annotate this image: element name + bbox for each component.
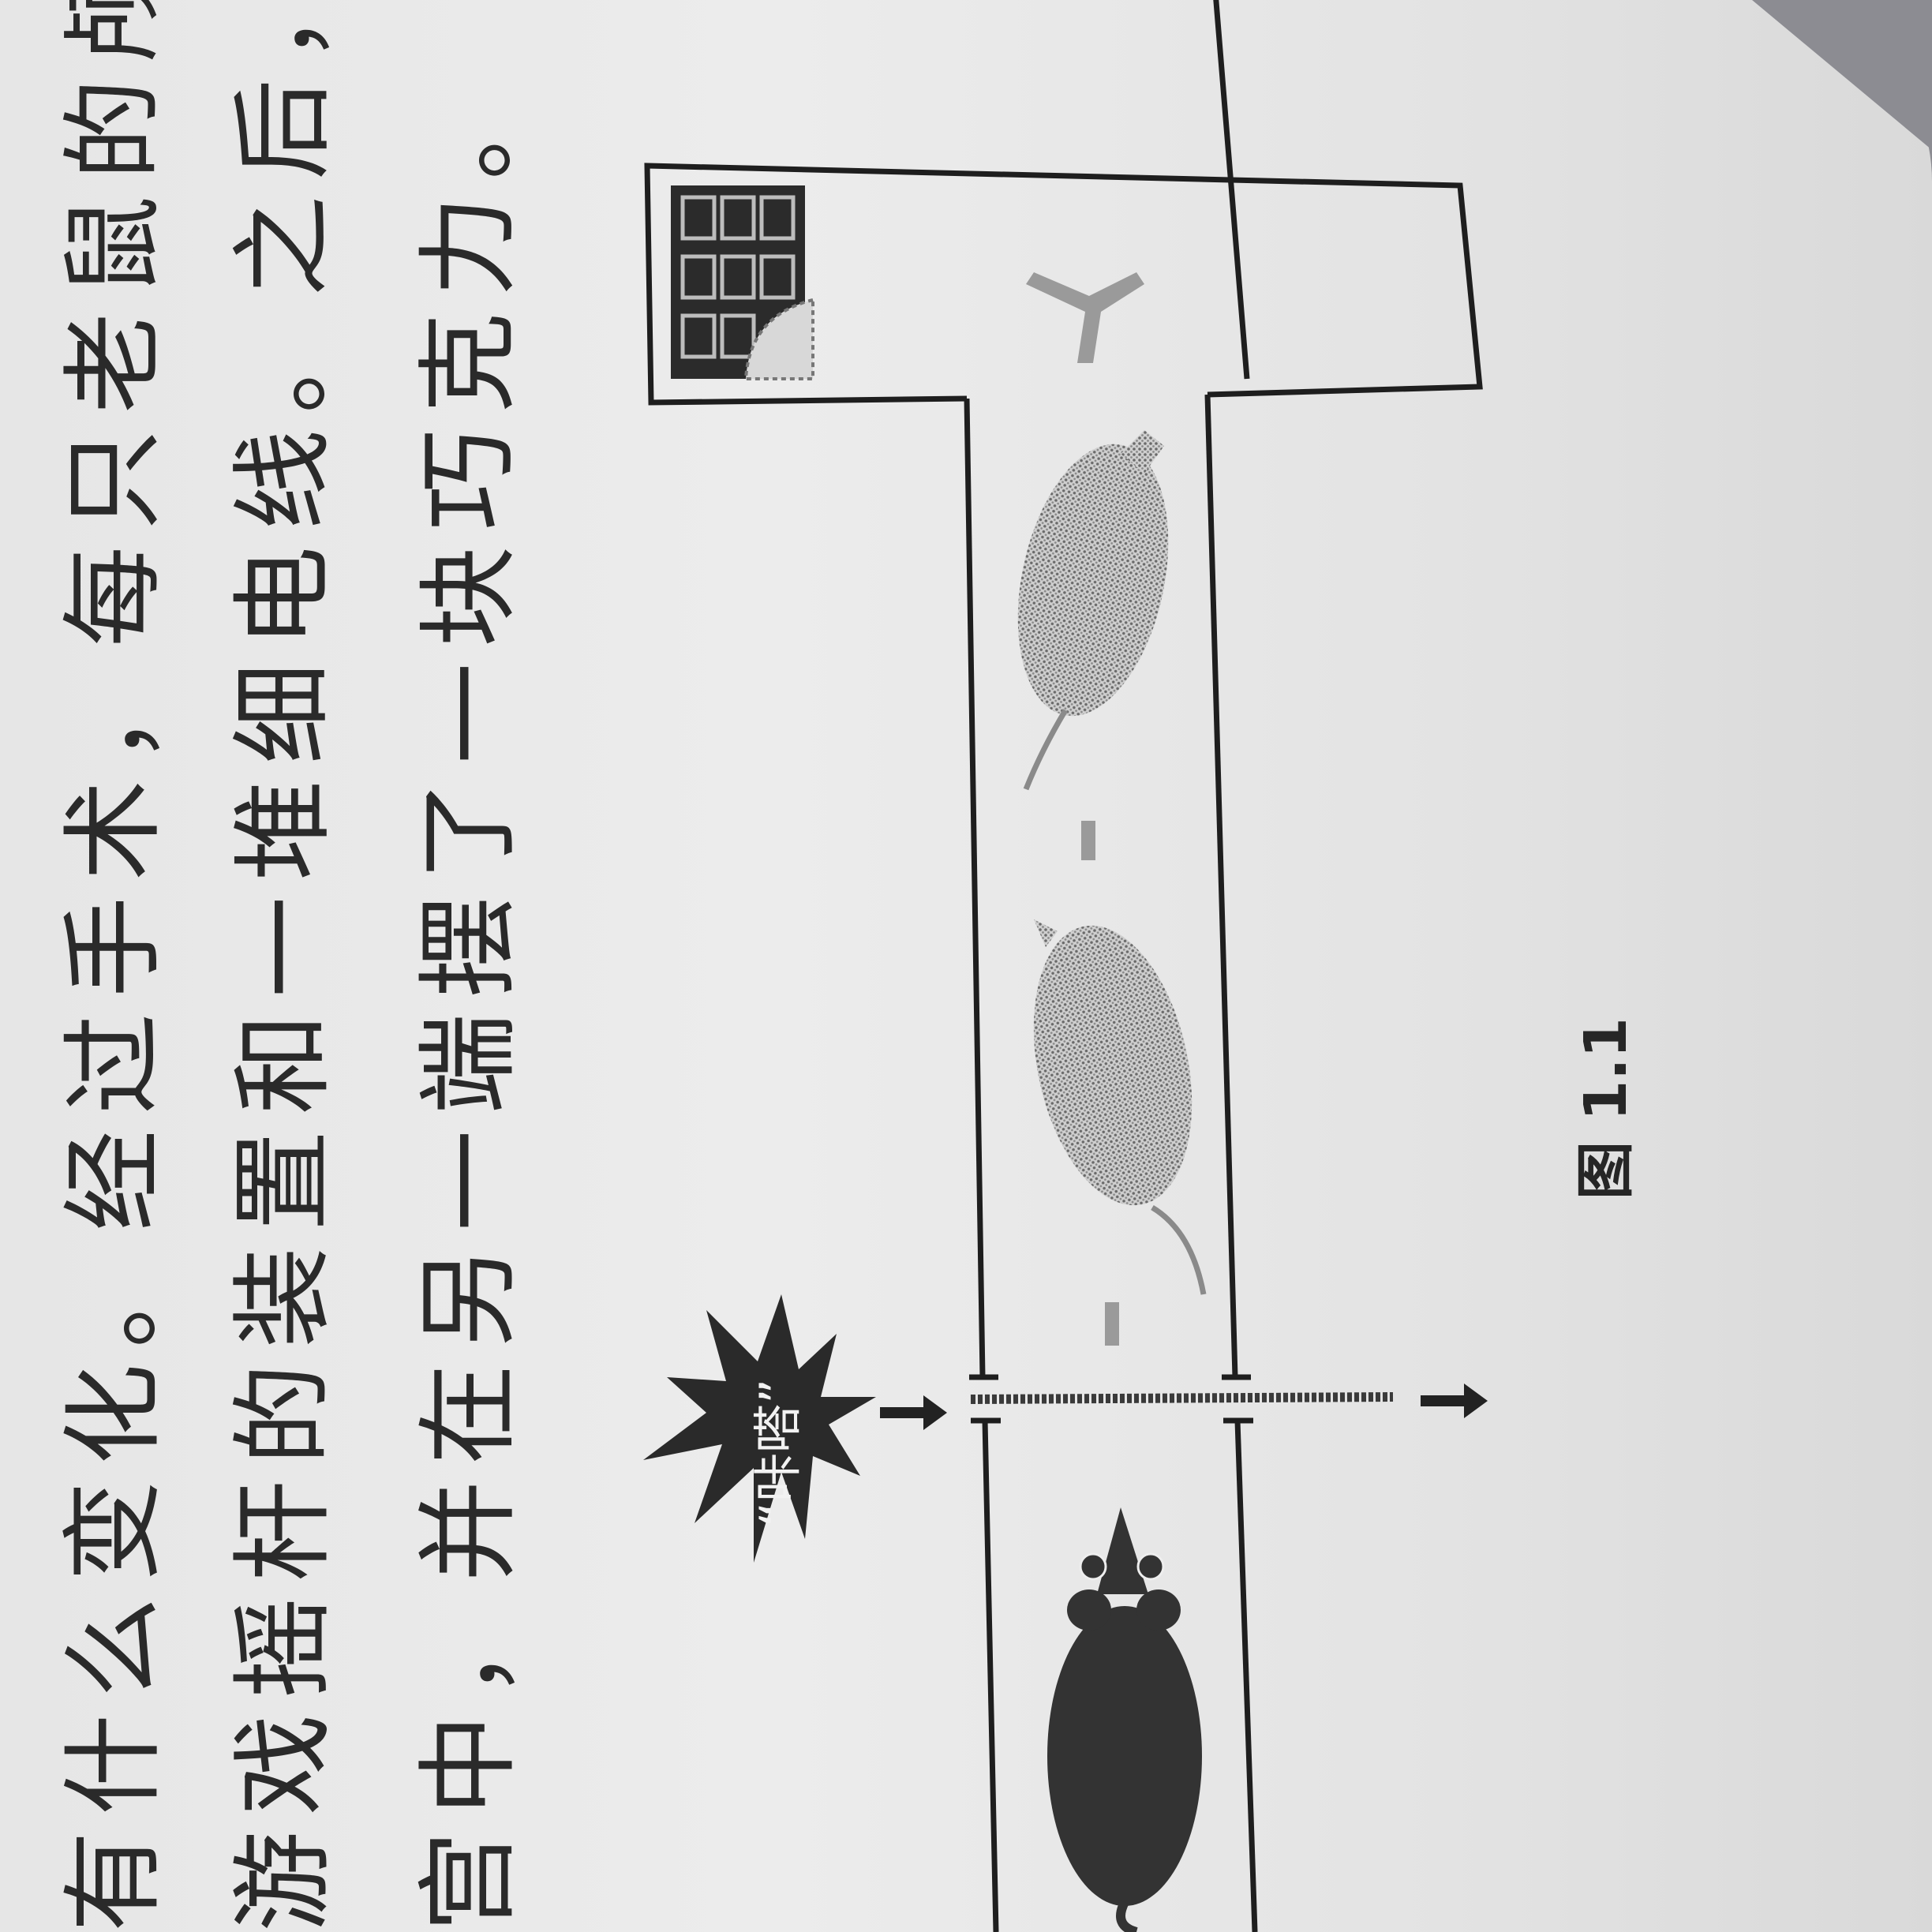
stem-right-wall-lower bbox=[1234, 1420, 1258, 1932]
chocolate-icon bbox=[671, 185, 814, 380]
black-mouse-icon bbox=[1047, 1507, 1202, 1932]
maze-outline bbox=[1213, 0, 1250, 380]
figure-caption: 图 1.1 bbox=[1572, 1017, 1640, 1200]
gate-arrow-right-icon bbox=[1421, 1383, 1488, 1418]
click-sound-label: “咔嗒” bbox=[749, 1378, 807, 1527]
stem-right-wall-upper bbox=[1204, 394, 1238, 1378]
stem-left-wall-lower bbox=[982, 1420, 999, 1932]
ghost-mouse-upper bbox=[1017, 430, 1169, 791]
maze-top-bar bbox=[1213, 0, 1250, 380]
figure-t-maze bbox=[643, 0, 1488, 1932]
ghost-mouse-middle bbox=[1033, 919, 1207, 1295]
sliding-gate bbox=[970, 1392, 1394, 1404]
stem-left-wall-upper bbox=[964, 398, 986, 1378]
gate-arrow-left-icon bbox=[880, 1395, 947, 1430]
